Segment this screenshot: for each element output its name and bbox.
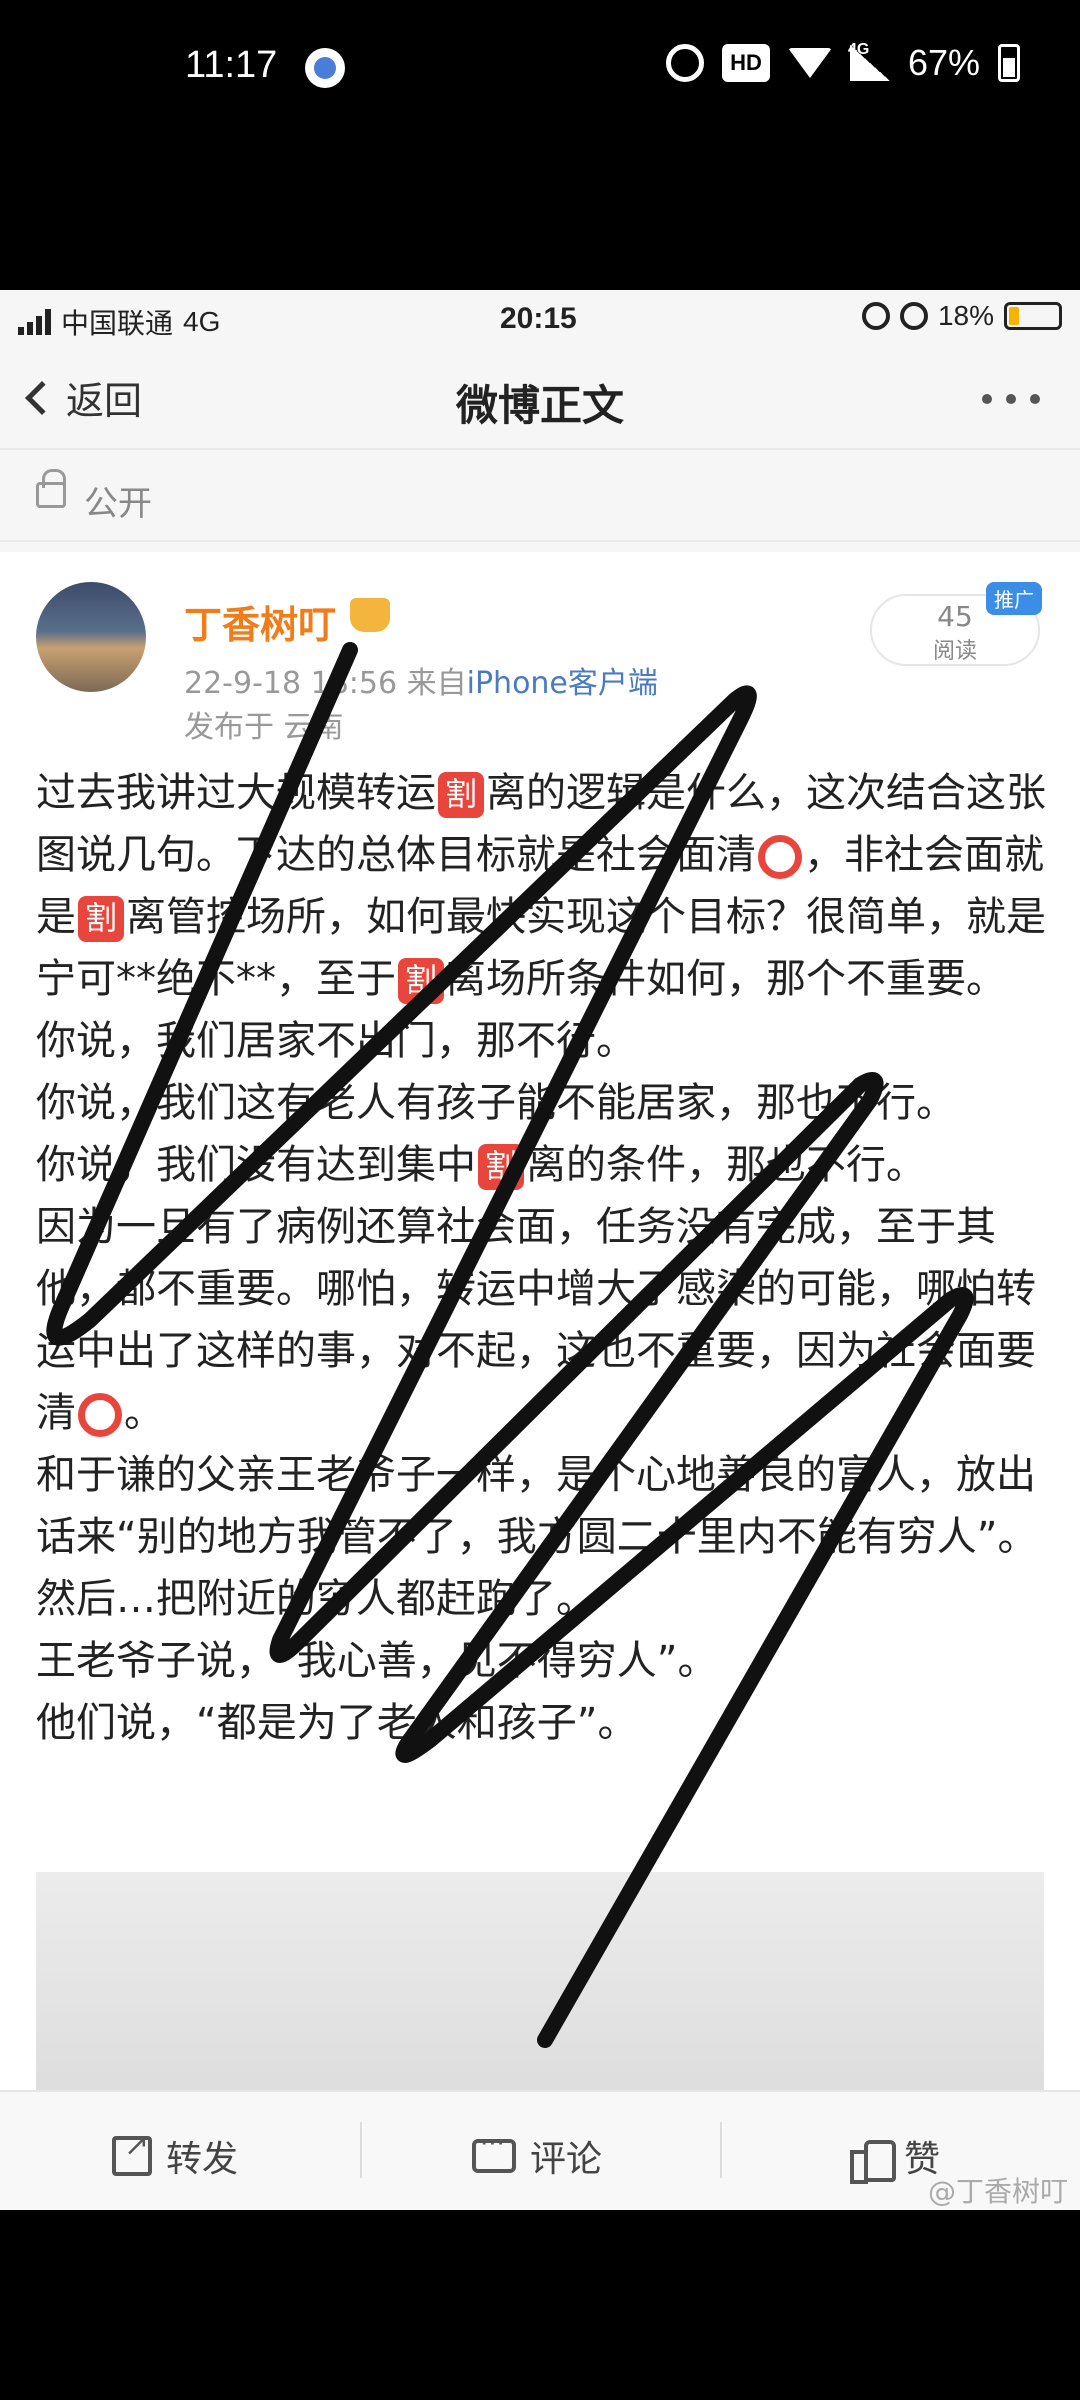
wifi-icon [787,48,832,78]
battery-icon [998,44,1020,82]
forward-label: 转发 [166,2139,239,2180]
post-image[interactable] [36,1872,1044,2112]
network-type: 4G [183,306,221,337]
inner-status-bar: 中国联通 4G 20:15 18% [0,290,1080,350]
forward-button[interactable]: 转发 [112,2128,239,2182]
post-paragraph: 和于谦的父亲王老爷子一样，是个心地善良的富人，放出话来“别的地方我管不了，我方圆… [36,1452,1038,1622]
outer-status-icons: HD 4G 67% [666,41,1020,84]
nav-bar: 返回 微博正文 [0,350,1080,450]
post-card: 丁香树叮 22-9-18 18:56 来自iPhone客户端 发布于 云南 45… [0,552,1080,2112]
author-name[interactable]: 丁香树叮 [184,594,336,649]
alarm-icon [666,44,705,82]
crown-badge-icon [350,598,390,632]
post-body: 过去我讲过大规模转运割离的逻辑是什么，这次结合这张图说几句。下达的总体目标就是社… [36,762,1046,1754]
post-paragraph: 他们说，“都是为了老人和孩子”。 [36,1700,638,1746]
browser-planet-icon [305,48,345,88]
post-datetime: 22-9-18 18:56 [184,666,398,701]
inner-battery-percent: 18% [937,300,994,331]
red-circle-icon [78,1393,122,1437]
post-meta: 22-9-18 18:56 来自iPhone客户端 [184,658,658,702]
lock-icon [36,469,66,508]
outer-status-bar: 11:17 HD 4G 67% [0,0,1080,290]
action-bar: 转发 评论 赞 @丁香树叮 [0,2090,1080,2210]
watermark: @丁香树叮 [927,2175,1068,2208]
post-paragraph: 你说，我们这有老人有孩子能不能居家，那也不行。 [36,1080,956,1126]
comment-label: 评论 [530,2139,603,2180]
promo-badge[interactable]: 推广 [986,582,1042,615]
avatar[interactable] [36,582,146,692]
rotation-lock-icon [861,302,890,330]
battery-percent: 67% [907,42,980,83]
divider [360,2122,362,2178]
thumbs-up-icon [850,2136,896,2184]
red-circle-icon [758,835,802,879]
signal-icon: 4G [848,41,890,81]
post-location: 发布于 云南 [184,710,344,745]
tag-icon: 割 [78,896,124,942]
signal-label: 4G [847,41,870,58]
cell-signal-icon [18,309,51,335]
inner-status-icons: 18% [861,300,1062,332]
divider [720,2122,722,2178]
post-source[interactable]: iPhone客户端 [467,666,658,701]
comment-icon [472,2129,516,2173]
carrier-name: 中国联通 [61,308,174,339]
inner-clock: 20:15 [500,302,577,335]
page-title: 微博正文 [455,381,624,430]
bottom-black-bar [0,2210,1080,2400]
tag-icon: 割 [438,772,484,818]
alarm-icon [899,302,928,330]
post-paragraph: 因为一旦有了病例还算社会面，任务没有完成，至于其他，都不重要。哪怕，转运中增大了… [36,1204,1036,1437]
outer-clock: 11:17 [185,44,278,86]
hd-badge: HD [722,44,770,82]
comment-button[interactable]: 评论 [472,2129,603,2182]
post-paragraph: 你说，我们没有达到集中割离的条件，那也不行。 [36,1142,926,1190]
post-paragraph: 你说，我们居家不出门，那不行。 [36,1018,636,1064]
read-label: 阅读 [932,639,977,664]
more-options-button[interactable] [982,394,1040,404]
source-prefix: 来自 [406,666,467,701]
like-button[interactable]: 赞 [850,2130,940,2184]
tag-icon: 割 [398,958,444,1004]
visibility-label: 公开 [84,484,152,524]
post-paragraph: 王老爷子说，“我心善，见不得穷人”。 [36,1638,718,1684]
visibility-row: 公开 [0,452,1080,542]
forward-icon [112,2128,152,2176]
carrier-info: 中国联通 4G [18,302,220,342]
post-paragraph: 过去我讲过大规模转运割离的逻辑是什么，这次结合这张图说几句。下达的总体目标就是社… [36,770,1046,1004]
tag-icon: 割 [478,1144,524,1190]
weibo-screenshot: 中国联通 4G 20:15 18% 返回 微博正文 公开 丁香树叮 22-9-1… [0,290,1080,2210]
inner-battery-icon [1004,302,1062,330]
